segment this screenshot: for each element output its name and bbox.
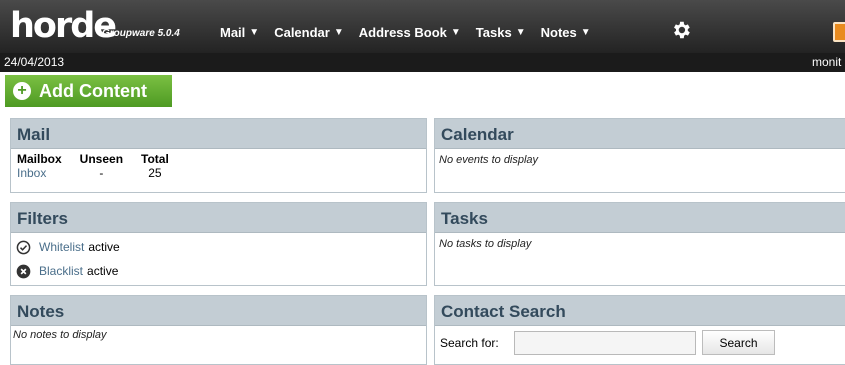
column-header-unseen: Unseen <box>79 152 124 166</box>
calendar-empty-message: No events to display <box>439 154 539 166</box>
calendar-block-title[interactable]: Calendar <box>435 119 845 149</box>
x-circle-icon <box>16 264 31 278</box>
menu-tasks[interactable]: Tasks ▼ <box>476 22 526 42</box>
table-row: Inbox - 25 <box>13 166 183 180</box>
add-content-button[interactable]: + Add Content <box>5 75 172 107</box>
mailbox-table: Mailbox Unseen Total Inbox - 25 <box>13 152 183 180</box>
menu-calendar-label: Calendar <box>274 24 330 40</box>
menu-mail[interactable]: Mail ▼ <box>220 22 259 42</box>
whitelist-status: active <box>88 240 120 254</box>
dropdown-arrow-icon: ▼ <box>333 26 344 38</box>
mail-block-title[interactable]: Mail <box>11 119 426 149</box>
menu-notes-label: Notes <box>540 24 577 40</box>
add-content-label: Add Content <box>39 80 147 101</box>
dropdown-arrow-icon: ▼ <box>450 26 461 38</box>
tasks-block: Tasks No tasks to display <box>434 202 845 286</box>
search-for-label: Search for: <box>440 335 499 350</box>
plus-icon: + <box>13 82 31 100</box>
current-date: 24/04/2013 <box>4 55 65 69</box>
filters-block: Filters Whitelist active Blacklist activ… <box>10 202 427 286</box>
menu-calendar[interactable]: Calendar ▼ <box>274 22 344 42</box>
menu-tasks-label: Tasks <box>475 24 512 40</box>
notes-block: Notes No notes to display <box>10 295 427 365</box>
gear-icon[interactable] <box>670 19 692 41</box>
list-item: Blacklist active <box>13 259 424 283</box>
dropdown-arrow-icon: ▼ <box>249 26 260 38</box>
search-button[interactable]: Search <box>702 330 775 355</box>
sidebar-toggle-button[interactable] <box>833 22 845 42</box>
tasks-empty-message: No tasks to display <box>439 238 532 250</box>
menu-mail-label: Mail <box>220 24 246 40</box>
total-count: 25 <box>148 166 162 180</box>
top-navigation-bar: horde Groupware 5.0.4 Mail ▼ Calendar ▼ … <box>0 0 845 53</box>
column-header-total: Total <box>141 152 169 166</box>
menu-address-book[interactable]: Address Book ▼ <box>359 22 461 42</box>
blacklist-status: active <box>87 264 119 278</box>
product-version: Groupware 5.0.4 <box>102 28 180 39</box>
blacklist-link[interactable]: Blacklist <box>39 264 83 278</box>
mailbox-link-inbox[interactable]: Inbox <box>13 166 76 180</box>
notes-block-title[interactable]: Notes <box>11 296 426 326</box>
contact-search-block: Contact Search Search for: Search <box>434 295 845 365</box>
main-menu: Mail ▼ Calendar ▼ Address Book ▼ Tasks ▼… <box>220 22 606 42</box>
menu-notes[interactable]: Notes ▼ <box>541 22 591 42</box>
notes-empty-message: No notes to display <box>13 329 107 341</box>
status-bar: 24/04/2013 monit <box>0 53 845 72</box>
logo-text: horde <box>10 6 117 46</box>
list-item: Whitelist active <box>13 235 424 259</box>
dropdown-arrow-icon: ▼ <box>580 26 591 38</box>
menu-address-book-label: Address Book <box>358 24 447 40</box>
contact-search-block-title[interactable]: Contact Search <box>435 296 845 326</box>
dropdown-arrow-icon: ▼ <box>515 26 526 38</box>
user-name[interactable]: monit <box>812 55 841 69</box>
calendar-block: Calendar No events to display <box>434 118 845 193</box>
mail-block: Mail Mailbox Unseen Total Inbox - 25 <box>10 118 427 193</box>
whitelist-link[interactable]: Whitelist <box>39 240 84 254</box>
tasks-block-title[interactable]: Tasks <box>435 203 845 233</box>
column-header-mailbox: Mailbox <box>17 152 62 166</box>
contact-search-input[interactable] <box>514 330 696 355</box>
filters-block-title[interactable]: Filters <box>11 203 426 233</box>
unseen-count: - <box>99 166 104 180</box>
check-circle-icon <box>16 240 31 254</box>
